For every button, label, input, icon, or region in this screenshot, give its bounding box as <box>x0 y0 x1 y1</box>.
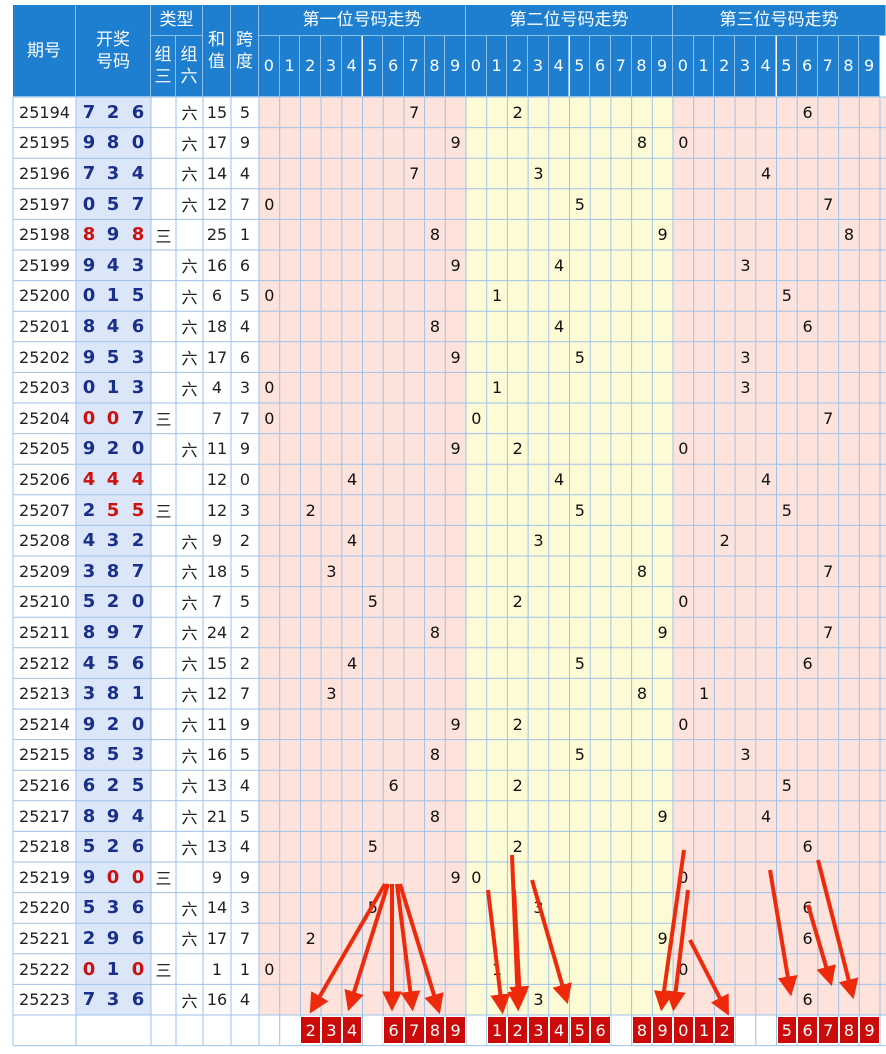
annotation-arrows-layer <box>309 849 859 1016</box>
annotation-arrow <box>768 869 798 997</box>
annotation-arrow <box>309 882 387 1014</box>
annotation-arrow <box>344 883 390 1012</box>
annotation-arrow <box>688 939 729 1016</box>
annotation-arrow <box>486 889 511 1015</box>
annotation-arrow <box>654 849 686 1012</box>
lottery-trend-chart: 期号 开奖 号码 类型组三组六和值跨度第一位号码走势 0 1 2 3 4 5 6 7 8 9 第二位号码走势… <box>0 0 886 1054</box>
annotation-arrow <box>530 879 572 1005</box>
annotation-arrow <box>806 904 836 987</box>
annotation-arrow <box>816 859 859 1000</box>
